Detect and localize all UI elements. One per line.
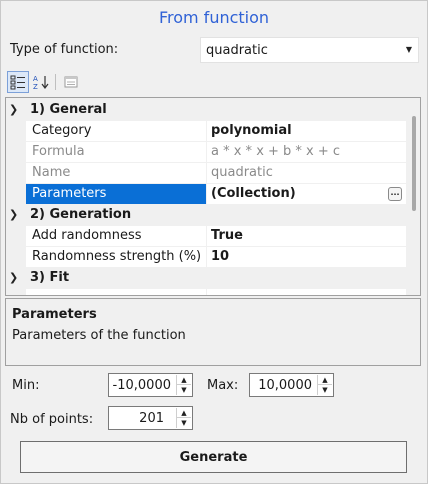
type-of-function-select[interactable]: quadratic ▼: [200, 37, 419, 63]
decrement-arrow-icon[interactable]: ▼: [177, 385, 191, 395]
alphabetical-view-button[interactable]: A Z: [30, 71, 52, 93]
collapse-chevron-icon[interactable]: ❯: [9, 208, 18, 221]
sort-az-icon: A Z: [33, 75, 49, 90]
property-grid-toolbar: A Z: [5, 71, 415, 95]
property-value[interactable]: polynomial: [207, 121, 406, 142]
collapse-chevron-icon[interactable]: ❯: [9, 271, 18, 284]
description-panel: Parameters Parameters of the function: [5, 298, 421, 366]
max-spinbox[interactable]: 10,0000 ▲ ▼: [249, 373, 334, 397]
category-label: 2) Generation: [30, 207, 132, 222]
max-value: 10,0000: [258, 378, 312, 393]
property-name: Name: [26, 163, 206, 184]
decrement-arrow-icon[interactable]: ▼: [318, 385, 332, 395]
category-generation[interactable]: ❯ 2) Generation: [6, 205, 406, 226]
property-grid: ❯ 1) General Category polynomial Formula…: [5, 97, 421, 296]
decrement-arrow-icon[interactable]: ▼: [177, 418, 191, 428]
categorized-icon: [10, 75, 25, 90]
toolbar-separator: [55, 74, 56, 90]
min-label: Min:: [12, 378, 40, 393]
min-spinbox[interactable]: -10,0000 ▲ ▼: [108, 373, 193, 397]
description-text: Parameters of the function: [12, 328, 186, 343]
categorized-view-button[interactable]: [7, 71, 29, 93]
property-name: Category: [26, 121, 206, 142]
increment-arrow-icon[interactable]: ▲: [318, 375, 332, 385]
property-name: Randomness strength (%): [26, 247, 206, 268]
edit-collection-button[interactable]: ...: [388, 187, 402, 201]
nb-points-spinbox[interactable]: 201 ▲ ▼: [108, 406, 193, 430]
property-row-parameters[interactable]: Parameters (Collection) ...: [6, 184, 406, 205]
property-row-partial: [6, 289, 406, 295]
type-of-function-label: Type of function:: [10, 42, 119, 57]
increment-arrow-icon[interactable]: ▲: [177, 375, 191, 385]
vertical-scrollbar[interactable]: [407, 98, 420, 295]
increment-arrow-icon[interactable]: ▲: [177, 408, 191, 418]
category-fit[interactable]: ❯ 3) Fit: [6, 268, 406, 289]
property-row-name[interactable]: Name quadratic: [6, 163, 406, 184]
nb-points-label: Nb of points:: [10, 412, 94, 427]
property-name: Add randomness: [26, 226, 206, 247]
property-value[interactable]: True: [207, 226, 406, 247]
property-row-formula[interactable]: Formula a * x * x + b * x + c: [6, 142, 406, 163]
category-label: 3) Fit: [30, 270, 70, 285]
min-value: -10,0000: [112, 378, 171, 393]
category-label: 1) General: [30, 102, 107, 117]
description-title: Parameters: [12, 307, 97, 322]
scrollbar-thumb[interactable]: [412, 116, 416, 211]
property-pages-icon: [64, 76, 78, 88]
svg-text:A: A: [33, 75, 38, 83]
property-row-add-randomness[interactable]: Add randomness True: [6, 226, 406, 247]
property-value[interactable]: 10: [207, 247, 406, 268]
max-label: Max:: [207, 378, 239, 393]
property-value: quadratic: [207, 163, 406, 184]
property-value-text: (Collection): [211, 186, 296, 201]
property-pages-button[interactable]: [60, 71, 82, 93]
property-value: a * x * x + b * x + c: [207, 142, 406, 163]
property-row-category[interactable]: Category polynomial: [6, 121, 406, 142]
nb-points-value: 201: [139, 411, 164, 426]
property-name: Formula: [26, 142, 206, 163]
svg-text:Z: Z: [33, 83, 38, 90]
generate-button[interactable]: Generate: [20, 441, 407, 473]
property-row-randomness-strength[interactable]: Randomness strength (%) 10: [6, 247, 406, 268]
collapse-chevron-icon[interactable]: ❯: [9, 103, 18, 116]
page-title: From function: [158, 8, 270, 27]
property-name: Parameters: [26, 184, 206, 205]
dropdown-arrow-icon: ▼: [405, 45, 412, 54]
property-value[interactable]: (Collection) ...: [207, 184, 406, 205]
type-of-function-value: quadratic: [206, 43, 268, 58]
category-general[interactable]: ❯ 1) General: [6, 100, 406, 121]
